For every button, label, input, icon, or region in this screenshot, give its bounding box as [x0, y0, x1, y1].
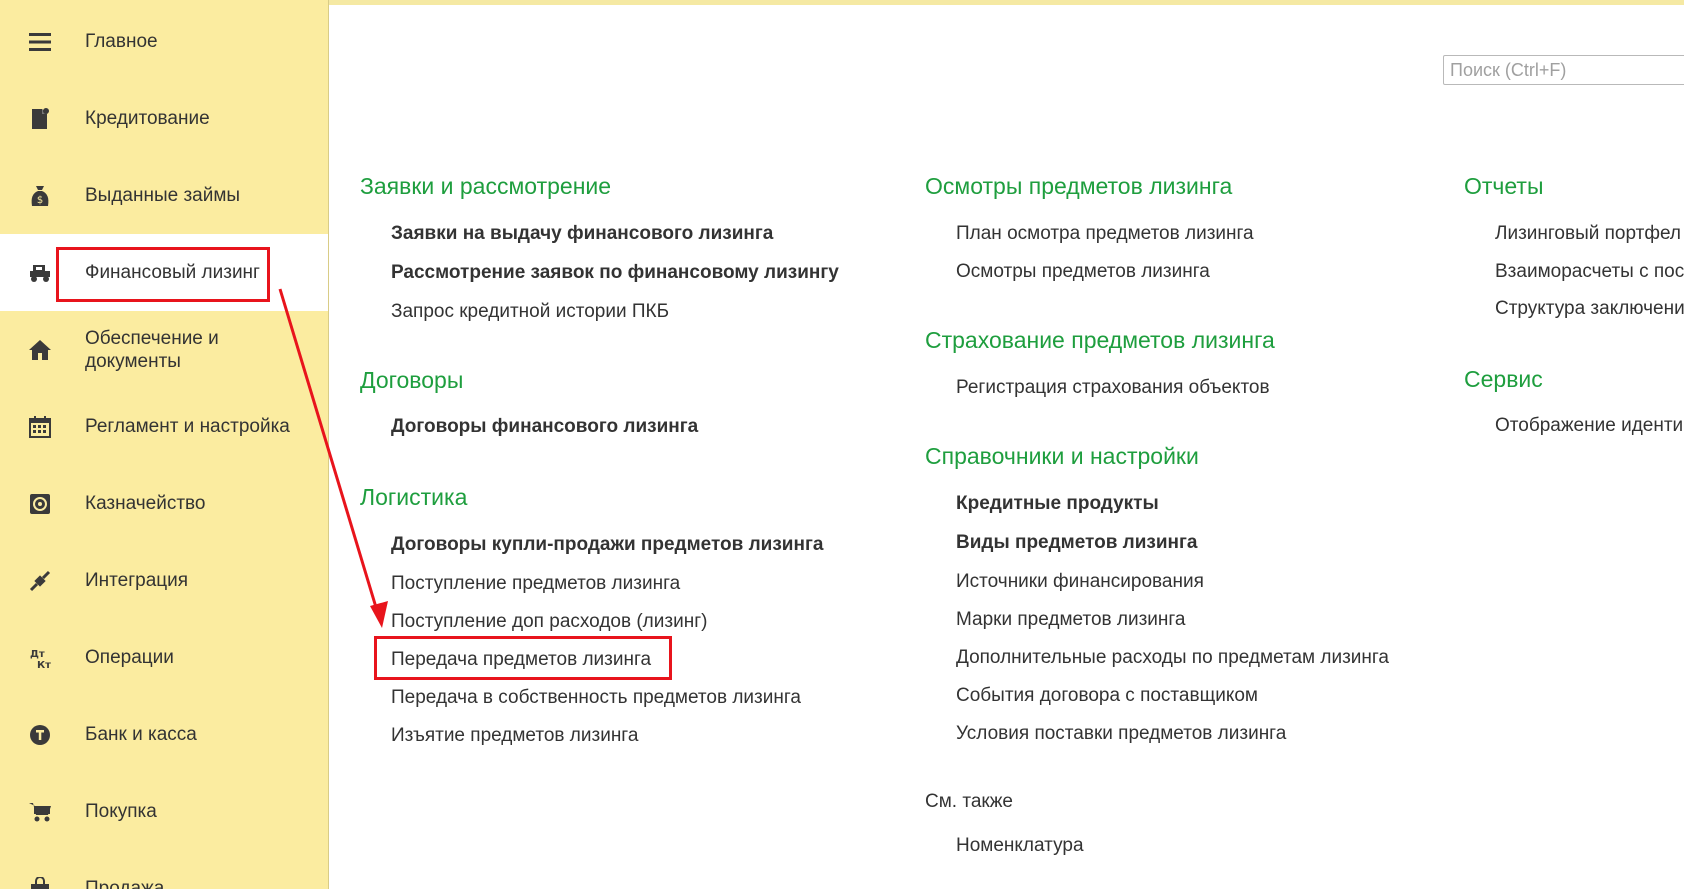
- sidebar-item-bank-cash[interactable]: Банк и касса: [0, 696, 328, 773]
- sidebar-item-label: Кредитование: [85, 108, 210, 129]
- safe-icon: [27, 491, 53, 517]
- svg-text:Дт: Дт: [30, 649, 45, 660]
- link-transfer-leasing-items[interactable]: Передача предметов лизинга: [391, 649, 651, 671]
- link-leasing-contracts[interactable]: Договоры финансового лизинга: [391, 416, 698, 438]
- coin-icon: [27, 722, 53, 748]
- link-leasing-applications[interactable]: Заявки на выдачу финансового лизинга: [391, 223, 773, 245]
- section-title-contracts: Договоры: [360, 367, 464, 393]
- sidebar-item-loans[interactable]: $ Выданные займы: [0, 157, 328, 234]
- link-additional-expenses[interactable]: Дополнительные расходы по предметам лизи…: [956, 647, 1389, 669]
- cart-icon: [27, 799, 53, 825]
- see-also-label: См. также: [925, 791, 1013, 812]
- section-title-applications: Заявки и рассмотрение: [360, 173, 612, 199]
- link-funding-sources[interactable]: Источники финансирования: [956, 571, 1204, 593]
- sidebar-item-sales[interactable]: Продажа: [0, 850, 328, 889]
- section-title-reports: Отчеты: [1464, 173, 1544, 199]
- sidebar-item-label: Продажа: [85, 878, 165, 889]
- link-credit-history-request[interactable]: Запрос кредитной истории ПКБ: [391, 301, 669, 323]
- link-credit-products[interactable]: Кредитные продукты: [956, 493, 1159, 515]
- house-icon: [27, 337, 53, 363]
- dt-kt-icon: Дт Кт: [27, 645, 53, 671]
- sidebar-item-collateral[interactable]: Обеспечение и документы: [0, 311, 328, 388]
- sidebar-item-financial-leasing[interactable]: Финансовый лизинг: [0, 234, 328, 311]
- link-leasing-item-brands[interactable]: Марки предметов лизинга: [956, 609, 1186, 631]
- menu-icon: [27, 29, 53, 55]
- money-bag-icon: $: [27, 183, 53, 209]
- sidebar-item-label: Регламент и настройка: [85, 416, 290, 437]
- section-title-insurance: Страхование предметов лизинга: [925, 327, 1275, 353]
- sidebar-item-label: Банк и касса: [85, 724, 197, 745]
- shop-bag-icon: [27, 876, 53, 889]
- link-delivery-terms[interactable]: Условия поставки предметов лизинга: [956, 723, 1286, 745]
- truck-icon: [27, 260, 53, 286]
- sidebar-item-label: Операции: [85, 647, 174, 668]
- link-receipt-extra-expenses[interactable]: Поступление доп расходов (лизинг): [391, 611, 707, 633]
- section-title-inspections: Осмотры предметов лизинга: [925, 173, 1233, 199]
- document-money-icon: [27, 106, 53, 132]
- link-leasing-portfolio[interactable]: Лизинговый портфел: [1495, 223, 1681, 245]
- sidebar-item-label: Интеграция: [85, 570, 189, 591]
- sidebar-item-main[interactable]: Главное: [0, 3, 328, 80]
- svg-text:$: $: [37, 195, 43, 206]
- link-nomenclature[interactable]: Номенклатура: [956, 835, 1084, 857]
- link-insurance-registration[interactable]: Регистрация страхования объектов: [956, 377, 1270, 399]
- sidebar-item-operations[interactable]: Дт Кт Операции: [0, 619, 328, 696]
- section-title-service: Сервис: [1464, 366, 1543, 392]
- sidebar: Главное Кредитование $ Выданные займы Фи…: [0, 0, 329, 889]
- link-conclusion-structure[interactable]: Структура заключени: [1495, 298, 1684, 320]
- search-input[interactable]: [1443, 55, 1684, 85]
- sidebar-item-purchase[interactable]: Покупка: [0, 773, 328, 850]
- sidebar-item-regulations[interactable]: Регламент и настройка: [0, 388, 328, 465]
- link-identifier-display[interactable]: Отображение иденти: [1495, 415, 1683, 437]
- sidebar-item-label: Финансовый лизинг: [85, 262, 260, 283]
- link-mutual-settlements[interactable]: Взаиморасчеты с пос: [1495, 261, 1684, 283]
- sidebar-item-label: Обеспечение и документы: [85, 327, 219, 372]
- link-seizure-leasing-items[interactable]: Изъятие предметов лизинга: [391, 725, 638, 747]
- sidebar-item-label: Покупка: [85, 801, 157, 822]
- section-title-logistics: Логистика: [360, 484, 468, 510]
- link-inspections[interactable]: Осмотры предметов лизинга: [956, 261, 1210, 283]
- link-supplier-contract-events[interactable]: События договора с поставщиком: [956, 685, 1258, 707]
- link-review-applications[interactable]: Рассмотрение заявок по финансовому лизин…: [391, 262, 839, 284]
- link-leasing-item-types[interactable]: Виды предметов лизинга: [956, 532, 1198, 554]
- sidebar-item-integration[interactable]: Интеграция: [0, 542, 328, 619]
- sidebar-item-crediting[interactable]: Кредитование: [0, 80, 328, 157]
- plug-icon: [27, 568, 53, 594]
- link-transfer-ownership[interactable]: Передача в собственность предметов лизин…: [391, 687, 801, 709]
- sidebar-item-treasury[interactable]: Казначейство: [0, 465, 328, 542]
- section-title-references: Справочники и настройки: [925, 443, 1199, 469]
- calendar-icon: [27, 414, 53, 440]
- sidebar-item-label: Выданные займы: [85, 185, 241, 206]
- link-inspection-plan[interactable]: План осмотра предметов лизинга: [956, 223, 1254, 245]
- sidebar-item-label: Казначейство: [85, 493, 206, 514]
- link-purchase-contracts[interactable]: Договоры купли-продажи предметов лизинга: [391, 534, 823, 556]
- svg-text:Кт: Кт: [37, 660, 51, 670]
- sidebar-item-label: Главное: [85, 31, 158, 52]
- link-receipt-leasing-items[interactable]: Поступление предметов лизинга: [391, 573, 680, 595]
